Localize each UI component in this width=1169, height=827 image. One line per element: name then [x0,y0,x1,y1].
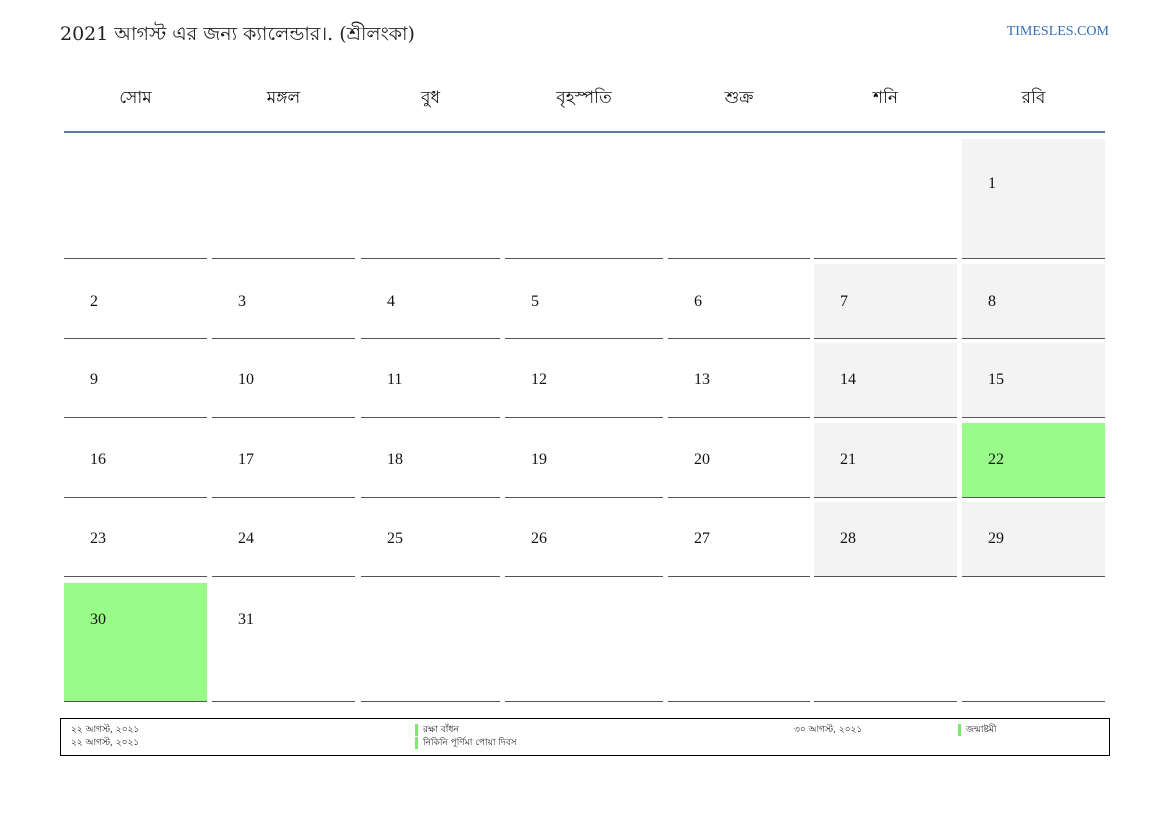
day-number: 25 [387,530,403,547]
holiday-color-marker [958,724,961,736]
empty-day-cell [361,139,500,259]
weekday-header: রবি [1021,88,1046,108]
day-number: 29 [988,530,1004,547]
day-number: 18 [387,451,403,468]
day-number: 19 [531,451,547,468]
legend-date: ২২ আগস্ট, ২০২১ [71,738,140,748]
empty-day-cell [361,583,500,702]
legend-date: ২২ আগস্ট, ২০২১ [71,725,140,735]
legend-date: ৩০ আগস্ট, ২০২১ [794,725,863,735]
day-cell[interactable]: 1 [962,139,1105,259]
day-number: 15 [988,371,1004,388]
day-cell[interactable]: 7 [814,264,957,339]
day-number: 8 [988,293,996,310]
day-cell[interactable]: 23 [64,502,207,577]
day-cell[interactable]: 6 [668,264,810,339]
day-number: 23 [90,530,106,547]
empty-day-cell [962,583,1105,702]
empty-day-cell [64,139,207,259]
weekday-header: মঙ্গল [266,88,301,108]
day-cell[interactable]: 22 [962,423,1105,498]
day-cell[interactable]: 15 [962,343,1105,418]
day-cell[interactable]: 19 [505,423,663,498]
day-number: 30 [90,611,106,628]
holiday-color-marker [415,724,418,736]
weekday-header: বৃহস্পতি [556,88,612,108]
day-number: 4 [387,293,395,310]
day-cell[interactable]: 13 [668,343,810,418]
day-number: 27 [694,530,710,547]
empty-day-cell [505,583,663,702]
day-cell[interactable]: 3 [212,264,355,339]
day-cell[interactable]: 24 [212,502,355,577]
header-divider [64,131,1105,133]
day-number: 31 [238,611,254,628]
weekday-header: সোম [119,88,152,108]
day-number: 6 [694,293,702,310]
weekday-header: শনি [872,88,899,108]
day-number: 24 [238,530,254,547]
weekday-header-row: সোম মঙ্গল বুধ বৃহস্পতি শুক্র শনি রবি [0,0,1169,140]
day-number: 5 [531,293,539,310]
day-number: 21 [840,451,856,468]
legend-holiday-name: নিকিনি পূর্ণিমা পোয়া দিবস [423,738,517,748]
empty-day-cell [668,583,810,702]
empty-day-cell [505,139,663,259]
day-cell[interactable]: 4 [361,264,500,339]
day-number: 28 [840,530,856,547]
day-cell[interactable]: 30 [64,583,207,702]
weekday-header: শুক্র [724,88,754,108]
day-cell[interactable]: 10 [212,343,355,418]
day-cell[interactable]: 2 [64,264,207,339]
day-cell[interactable]: 29 [962,502,1105,577]
legend-holiday-name: রক্ষা বাঁধন [423,725,459,735]
legend-holiday-name: জন্মাষ্টমী [966,725,997,735]
day-cell[interactable]: 21 [814,423,957,498]
day-cell[interactable]: 9 [64,343,207,418]
day-number: 17 [238,451,254,468]
day-cell[interactable]: 25 [361,502,500,577]
day-cell[interactable]: 5 [505,264,663,339]
day-cell[interactable]: 20 [668,423,810,498]
day-number: 16 [90,451,106,468]
weekday-header: বুধ [421,88,440,108]
day-number: 7 [840,293,848,310]
empty-day-cell [212,139,355,259]
day-cell[interactable]: 8 [962,264,1105,339]
day-number: 9 [90,371,98,388]
day-cell[interactable]: 28 [814,502,957,577]
day-number: 22 [988,451,1004,468]
holiday-legend: ২২ আগস্ট, ২০২১ ২২ আগস্ট, ২০২১ রক্ষা বাঁধ… [60,718,1110,756]
day-number: 2 [90,293,98,310]
empty-day-cell [668,139,810,259]
day-cell[interactable]: 26 [505,502,663,577]
day-number: 14 [840,371,856,388]
day-cell[interactable]: 18 [361,423,500,498]
day-cell[interactable]: 31 [212,583,355,702]
day-number: 20 [694,451,710,468]
day-cell[interactable]: 17 [212,423,355,498]
day-number: 1 [988,175,996,192]
empty-day-cell [814,583,957,702]
empty-day-cell [814,139,957,259]
day-number: 10 [238,371,254,388]
day-cell[interactable]: 27 [668,502,810,577]
day-cell[interactable]: 14 [814,343,957,418]
day-cell[interactable]: 11 [361,343,500,418]
day-cell[interactable]: 16 [64,423,207,498]
day-number: 3 [238,293,246,310]
day-cell[interactable]: 12 [505,343,663,418]
day-number: 11 [387,371,403,388]
day-number: 12 [531,371,547,388]
holiday-color-marker [415,737,418,749]
day-number: 26 [531,530,547,547]
day-number: 13 [694,371,710,388]
